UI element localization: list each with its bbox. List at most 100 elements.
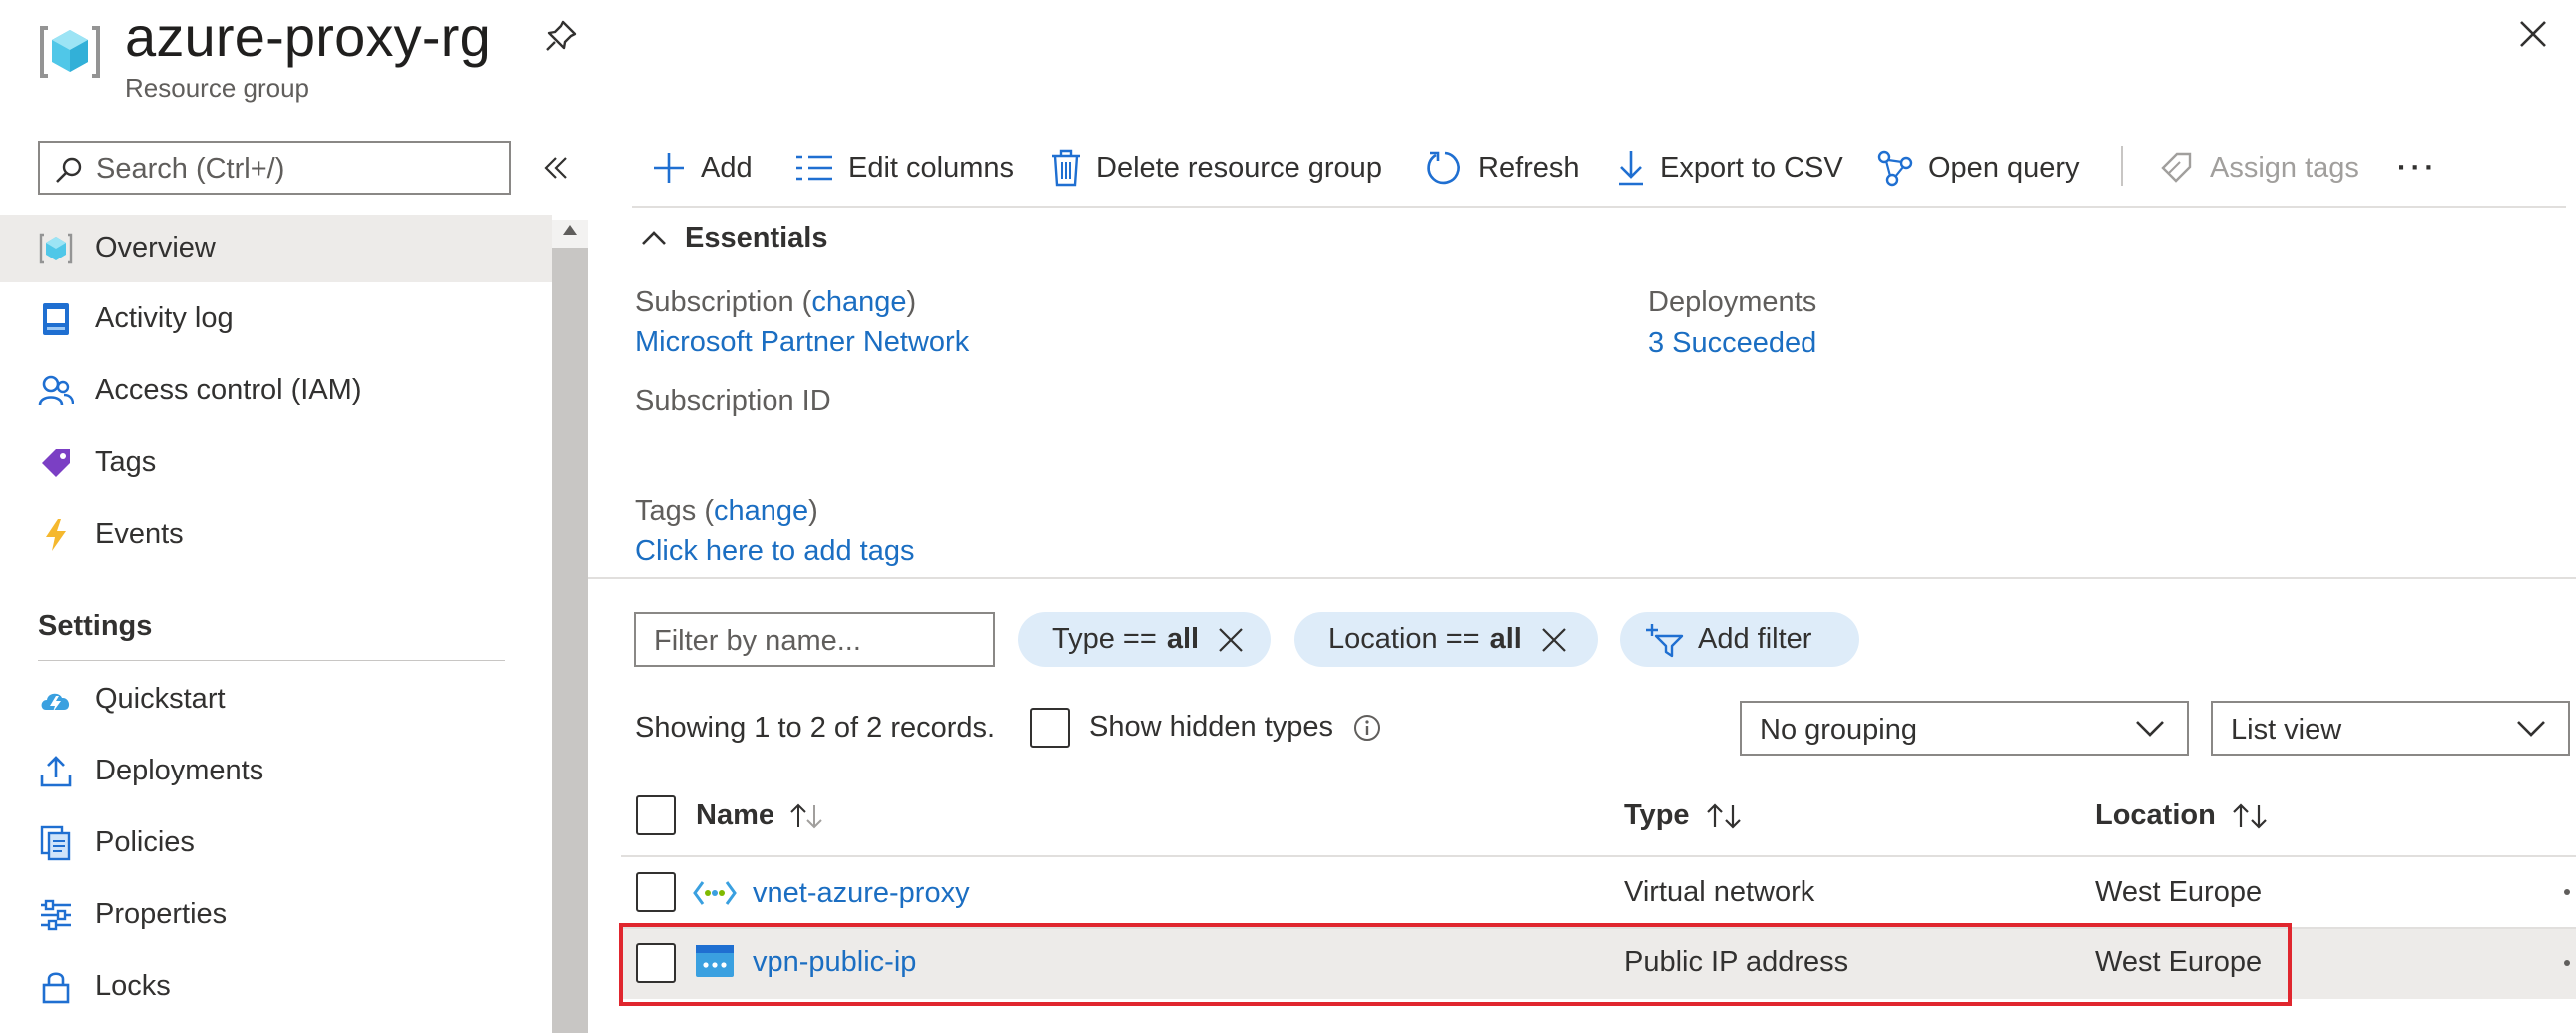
assign-tags-button[interactable]: Assign tags bbox=[2160, 146, 2359, 190]
edit-columns-icon bbox=[796, 155, 832, 181]
column-header-type[interactable]: Type bbox=[1624, 799, 1744, 832]
sidebar-item-label: Access control (IAM) bbox=[95, 374, 362, 406]
resource-name-link[interactable]: vnet-azure-proxy bbox=[753, 877, 970, 910]
pin-icon[interactable] bbox=[543, 18, 579, 54]
sidebar-item-iam[interactable]: Access control (IAM) bbox=[0, 357, 552, 425]
sidebar-scrollbar[interactable] bbox=[552, 220, 588, 1033]
subscription-value-link[interactable]: Microsoft Partner Network bbox=[635, 326, 969, 359]
overview-icon bbox=[38, 231, 74, 266]
info-icon[interactable] bbox=[1352, 713, 1382, 743]
type-filter-key: Type == bbox=[1052, 623, 1157, 655]
sidebar-item-quickstart[interactable]: Quickstart bbox=[0, 666, 552, 734]
remove-filter-icon[interactable] bbox=[1540, 626, 1568, 654]
sidebar-item-properties[interactable]: Properties bbox=[0, 881, 552, 949]
add-filter-label: Add filter bbox=[1698, 623, 1812, 655]
open-query-label: Open query bbox=[1928, 151, 2080, 184]
page-title: azure-proxy-rg bbox=[125, 5, 491, 68]
upload-icon bbox=[38, 754, 74, 789]
sidebar-item-events[interactable]: Events bbox=[0, 501, 552, 569]
properties-icon bbox=[38, 897, 74, 933]
export-csv-button[interactable]: Export to CSV bbox=[1616, 146, 1843, 190]
sidebar-item-overview[interactable]: Overview bbox=[0, 215, 552, 282]
column-header-name[interactable]: Name bbox=[696, 799, 824, 832]
lock-icon bbox=[38, 969, 74, 1005]
sidebar-search-input[interactable]: Search (Ctrl+/) bbox=[38, 141, 511, 195]
refresh-icon bbox=[1427, 151, 1460, 185]
refresh-button[interactable]: Refresh bbox=[1426, 146, 1580, 190]
close-icon[interactable] bbox=[2517, 18, 2549, 50]
column-header-location[interactable]: Location bbox=[2095, 799, 2270, 832]
sidebar-item-label: Quickstart bbox=[95, 683, 226, 715]
filter-by-name-input[interactable]: Filter by name... bbox=[634, 612, 995, 667]
add-filter-icon bbox=[1646, 623, 1684, 657]
row-checkbox[interactable] bbox=[636, 872, 676, 912]
subscription-change-link[interactable]: change bbox=[811, 286, 906, 318]
sidebar-item-deployments[interactable]: Deployments bbox=[0, 738, 552, 805]
sort-icon bbox=[788, 801, 824, 831]
open-query-button[interactable]: Open query bbox=[1876, 146, 2080, 190]
toolbar-separator bbox=[2121, 146, 2123, 186]
filter-placeholder: Filter by name... bbox=[654, 625, 861, 657]
more-actions-button[interactable]: ··· bbox=[2397, 146, 2438, 190]
sidebar-item-label: Tags bbox=[95, 446, 157, 478]
chevron-down-icon bbox=[2517, 721, 2545, 737]
highlight-box bbox=[619, 923, 2292, 1006]
table-row[interactable]: vnet-azure-proxy Virtual network West Eu… bbox=[621, 858, 2576, 928]
essentials-toggle[interactable]: Essentials bbox=[639, 222, 827, 255]
sidebar-item-locks[interactable]: Locks bbox=[0, 953, 552, 1021]
chevron-up-icon bbox=[642, 230, 666, 245]
select-all-checkbox[interactable] bbox=[636, 795, 676, 835]
delete-resource-group-button[interactable]: Delete resource group bbox=[1050, 146, 1382, 190]
sidebar-item-label: Overview bbox=[95, 232, 216, 263]
export-label: Export to CSV bbox=[1660, 151, 1843, 184]
sidebar-item-label: Locks bbox=[95, 970, 171, 1002]
add-label: Add bbox=[701, 151, 753, 184]
sort-icon bbox=[2230, 801, 2270, 831]
policy-icon bbox=[38, 825, 74, 861]
collapse-sidebar-icon[interactable] bbox=[542, 154, 570, 182]
download-icon bbox=[1619, 151, 1643, 186]
search-placeholder: Search (Ctrl+/) bbox=[96, 153, 285, 185]
sidebar-item-label: Properties bbox=[95, 898, 228, 930]
remove-filter-icon[interactable] bbox=[1217, 626, 1245, 654]
query-icon bbox=[1877, 150, 1913, 187]
grouping-dropdown[interactable]: No grouping bbox=[1740, 701, 2189, 756]
sidebar-item-policies[interactable]: Policies bbox=[0, 809, 552, 877]
sidebar-item-label: Policies bbox=[95, 826, 195, 858]
activity-log-icon bbox=[38, 301, 74, 337]
scroll-up-icon[interactable] bbox=[562, 224, 578, 236]
sidebar-item-tags[interactable]: Tags bbox=[0, 429, 552, 497]
edit-columns-label: Edit columns bbox=[848, 151, 1015, 184]
location-filter-key: Location == bbox=[1328, 623, 1480, 655]
tag-icon bbox=[38, 445, 74, 481]
essentials-divider bbox=[588, 577, 2576, 579]
row-more-icon[interactable] bbox=[2564, 889, 2570, 895]
add-tags-link[interactable]: Click here to add tags bbox=[635, 535, 914, 568]
plus-icon bbox=[654, 153, 684, 183]
sidebar-item-label: Activity log bbox=[95, 302, 234, 334]
edit-columns-button[interactable]: Edit columns bbox=[794, 146, 1014, 190]
more-icon: ··· bbox=[2397, 151, 2438, 184]
deployments-label: Deployments bbox=[1648, 286, 1817, 318]
view-dropdown[interactable]: List view bbox=[2211, 701, 2570, 756]
trash-icon bbox=[1052, 149, 1080, 187]
subscription-label: Subscription (change) bbox=[635, 286, 917, 318]
scrollbar-thumb[interactable] bbox=[552, 248, 588, 1033]
header-divider bbox=[621, 855, 2576, 857]
delete-label: Delete resource group bbox=[1096, 151, 1382, 184]
sidebar-item-activity-log[interactable]: Activity log bbox=[0, 285, 552, 353]
show-hidden-types-label: Show hidden types bbox=[1089, 711, 1334, 743]
virtual-network-icon bbox=[693, 881, 737, 905]
sidebar-item-label: Events bbox=[95, 518, 184, 550]
add-filter-button[interactable]: Add filter bbox=[1620, 612, 1859, 667]
location-filter-pill[interactable]: Location == all bbox=[1294, 612, 1598, 667]
tags-icon bbox=[2161, 152, 2192, 183]
divider bbox=[38, 660, 505, 661]
tags-change-link[interactable]: change bbox=[714, 495, 808, 527]
row-more-icon[interactable] bbox=[2564, 960, 2570, 966]
type-filter-pill[interactable]: Type == all bbox=[1018, 612, 1271, 667]
sort-icon bbox=[1704, 801, 1744, 831]
show-hidden-types-checkbox[interactable] bbox=[1030, 708, 1070, 748]
add-button[interactable]: Add bbox=[651, 146, 753, 190]
deployments-value-link[interactable]: 3 Succeeded bbox=[1648, 327, 1816, 360]
